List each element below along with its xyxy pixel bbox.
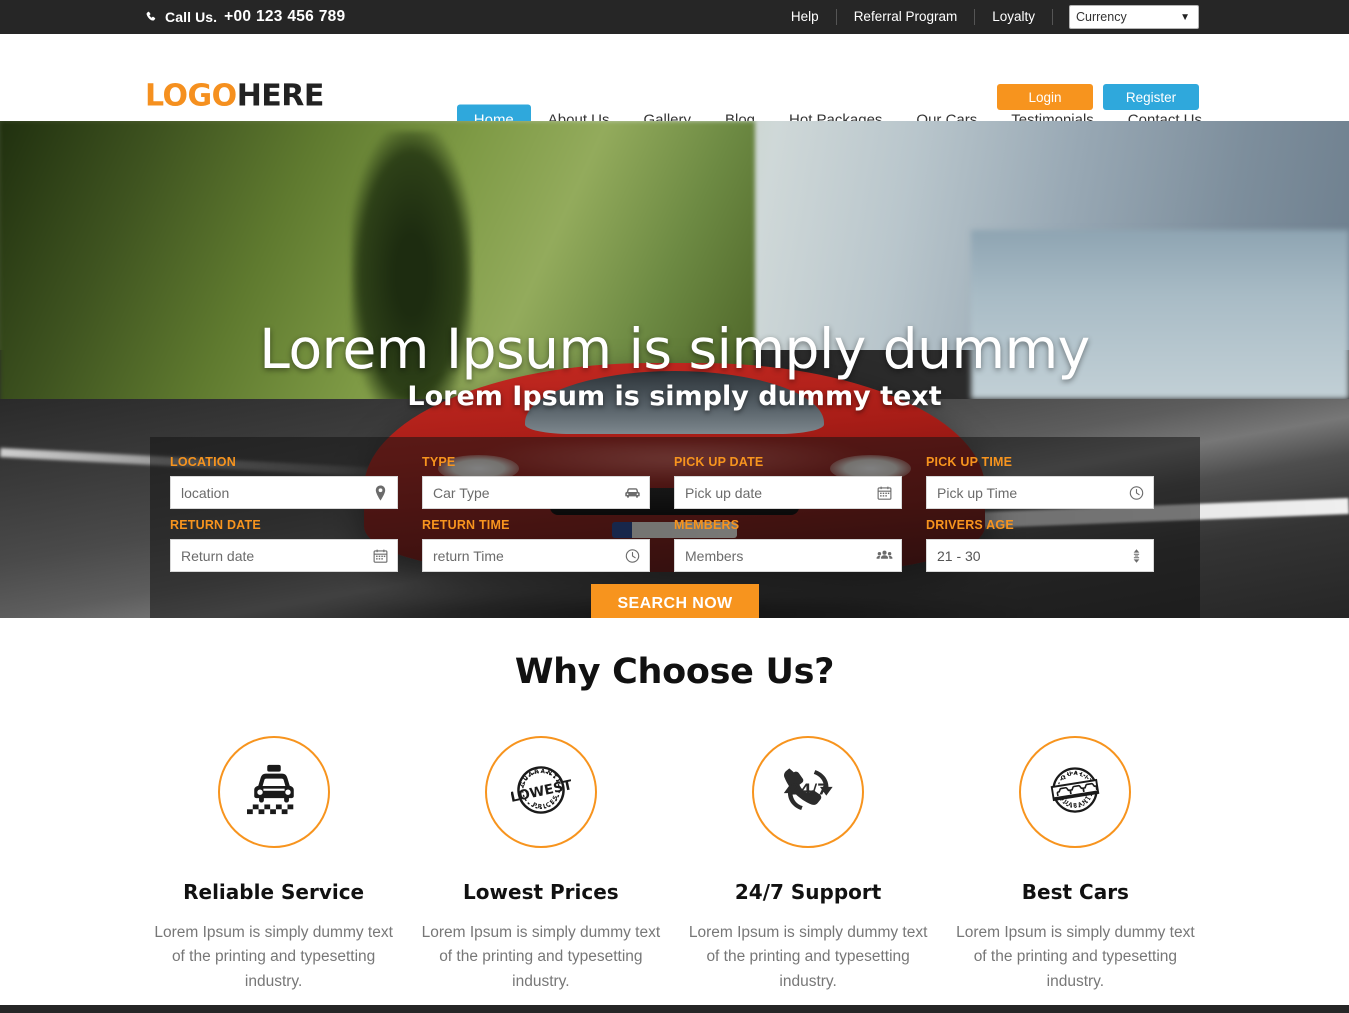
search-form-row-2: RETURN DATE RETURN TIME ME — [170, 518, 1180, 572]
field-label-members: MEMBERS — [674, 518, 740, 532]
feature-icon-circle: 24/7 — [752, 736, 865, 848]
pickup-time-input-wrapper[interactable] — [926, 476, 1154, 509]
drivers-age-input-wrapper[interactable] — [926, 539, 1154, 572]
updown-arrows-icon[interactable] — [1128, 547, 1145, 564]
search-button-row: SEARCH NOW — [170, 584, 1180, 618]
feature-title: Best Cars — [1021, 880, 1129, 904]
field-label-pickup-date: PICK UP DATE — [674, 455, 764, 469]
page-bottom-bar — [0, 1005, 1349, 1013]
return-date-input-wrapper[interactable] — [170, 539, 398, 572]
return-time-input[interactable] — [423, 540, 649, 571]
field-pickup-date: PICK UP DATE — [674, 455, 902, 509]
field-drivers-age: DRIVERS AGE — [926, 518, 1154, 572]
clock-icon — [1128, 484, 1145, 501]
feature-text: Lorem Ipsum is simply dummy text of the … — [688, 924, 928, 990]
why-choose-us-heading: Why Choose Us? — [514, 652, 835, 692]
search-form-panel: LOCATION TYPE PICK UP DATE — [150, 437, 1200, 618]
hero-title: Lorem Ipsum is simply dummy — [259, 317, 1090, 381]
members-input[interactable] — [675, 540, 901, 571]
users-icon — [876, 547, 893, 564]
feature-title: Reliable Service — [183, 880, 365, 904]
chevron-down-icon: ▼ — [1180, 11, 1190, 23]
support-247-icon: 24/7 — [779, 761, 837, 824]
map-pin-icon — [372, 484, 389, 501]
features-list: Reliable Service Lorem Ipsum is simply d… — [0, 736, 1349, 994]
feature-card: Reliable Service Lorem Ipsum is simply d… — [140, 736, 407, 994]
feature-text: Lorem Ipsum is simply dummy text of the … — [421, 924, 661, 990]
feature-card: 24/7 24/7 Support Lorem Ipsum is simply … — [675, 736, 942, 994]
divider — [1052, 9, 1053, 25]
field-label-return-date: RETURN DATE — [170, 518, 261, 532]
field-type: TYPE — [422, 455, 650, 509]
top-link-help[interactable]: Help — [774, 0, 836, 34]
call-us-label: Call Us. — [165, 9, 218, 25]
field-label-location: LOCATION — [170, 455, 236, 469]
logo-text-secondary: HERE — [236, 78, 325, 114]
top-bar: Call Us. +00 123 456 789 Help Referral P… — [0, 0, 1349, 34]
feature-icon-circle: LOWEST GUARANTEED PRICES — [484, 736, 597, 848]
currency-select-value: Currency — [1076, 10, 1127, 24]
feature-icon-circle — [217, 736, 330, 848]
site-header: LOGOHERE Login Register Home About Us Ga… — [0, 34, 1349, 136]
feature-card: QUALITY GUARANTEED — [942, 736, 1209, 994]
clock-icon — [624, 547, 641, 564]
car-type-input-wrapper[interactable] — [422, 476, 650, 509]
feature-text: Lorem Ipsum is simply dummy text of the … — [956, 924, 1195, 990]
members-input-wrapper[interactable] — [674, 539, 902, 572]
currency-select[interactable]: Currency ▼ — [1069, 5, 1199, 29]
top-link-referral-program[interactable]: Referral Program — [837, 0, 975, 34]
field-pickup-time: PICK UP TIME — [926, 455, 1154, 509]
field-return-time: RETURN TIME — [422, 518, 650, 572]
hero-banner: Lorem Ipsum is simply dummy Lorem Ipsum … — [0, 121, 1349, 618]
car-icon — [624, 484, 641, 501]
quality-guaranteed-badge-icon: QUALITY GUARANTEED — [1042, 756, 1105, 825]
pickup-date-input[interactable] — [675, 477, 901, 508]
feature-title: Lowest Prices — [463, 880, 619, 904]
feature-card: LOWEST GUARANTEED PRICES Lowest Prices L… — [407, 736, 674, 994]
top-link-loyalty[interactable]: Loyalty — [975, 0, 1052, 34]
site-logo[interactable]: LOGOHERE — [145, 79, 324, 114]
field-label-type: TYPE — [422, 455, 456, 469]
return-date-input[interactable] — [171, 540, 397, 571]
call-us-block: Call Us. +00 123 456 789 — [145, 8, 345, 26]
top-bar-links: Help Referral Program Loyalty Currency ▼ — [774, 0, 1199, 34]
location-input[interactable] — [171, 477, 397, 508]
lowest-price-badge-icon: LOWEST GUARANTEED PRICES — [501, 752, 574, 825]
feature-title: 24/7 Support — [734, 880, 882, 904]
feature-text: Lorem Ipsum is simply dummy text of the … — [154, 924, 393, 990]
calendar-icon — [876, 484, 893, 501]
logo-text-primary: LOGO — [145, 78, 237, 114]
field-label-drivers-age: DRIVERS AGE — [926, 518, 1014, 532]
search-form-row-1: LOCATION TYPE PICK UP DATE — [170, 455, 1180, 509]
taxi-icon — [243, 763, 305, 822]
return-time-input-wrapper[interactable] — [422, 539, 650, 572]
hero-subtitle: Lorem Ipsum is simply dummy text — [407, 381, 942, 412]
drivers-age-input[interactable] — [927, 540, 1153, 571]
location-input-wrapper[interactable] — [170, 476, 398, 509]
field-location: LOCATION — [170, 455, 398, 509]
field-label-return-time: RETURN TIME — [422, 518, 510, 532]
pickup-date-input-wrapper[interactable] — [674, 476, 902, 509]
pickup-time-input[interactable] — [927, 477, 1153, 508]
search-now-button[interactable]: SEARCH NOW — [591, 584, 759, 618]
phone-icon — [145, 11, 158, 24]
field-members: MEMBERS — [674, 518, 902, 572]
field-return-date: RETURN DATE — [170, 518, 398, 572]
why-choose-us-section: Why Choose Us? Reliable Service Lorem Ip… — [0, 618, 1349, 995]
feature-icon-circle: QUALITY GUARANTEED — [1019, 736, 1132, 848]
phone-number: +00 123 456 789 — [224, 8, 346, 25]
car-type-input[interactable] — [423, 477, 649, 508]
calendar-icon — [372, 547, 389, 564]
field-label-pickup-time: PICK UP TIME — [926, 455, 1013, 469]
